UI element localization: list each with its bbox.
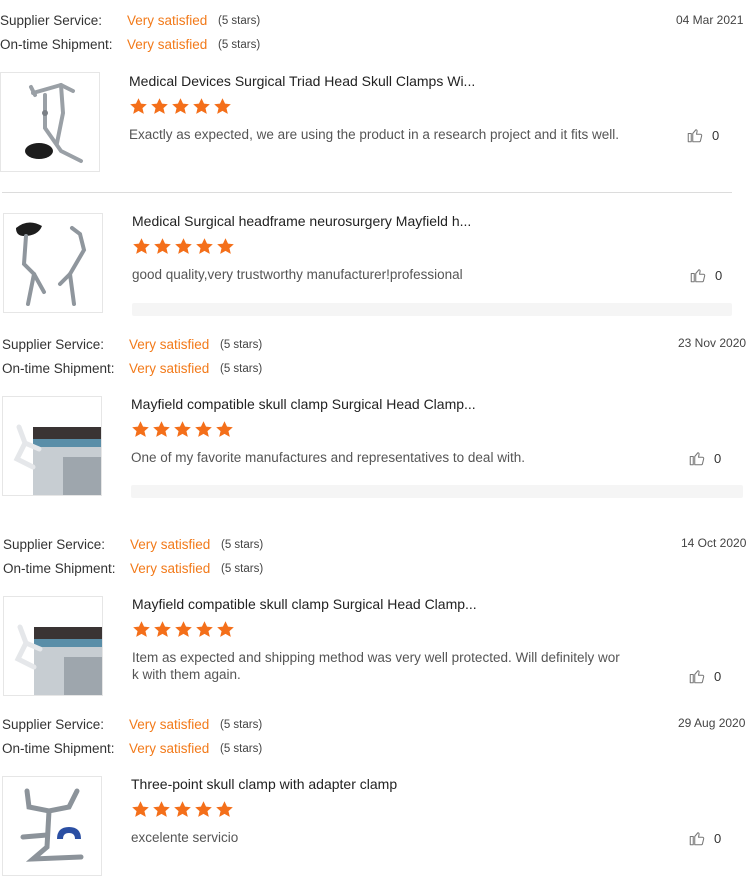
- supplier-rating: Very satisfied: [129, 717, 210, 732]
- like-count: 0: [714, 668, 722, 684]
- review-comment: Item as expected and shipping method was…: [132, 649, 642, 683]
- headframe-image: [16, 222, 87, 306]
- like-button[interactable]: 0: [689, 266, 722, 284]
- clamp-on-table-image: [14, 624, 102, 695]
- product-thumbnail[interactable]: [3, 213, 103, 313]
- product-title[interactable]: Mayfield compatible skull clamp Surgical…: [132, 596, 477, 612]
- star-icon: [196, 238, 213, 254]
- like-count: 0: [714, 450, 722, 466]
- thumbs-up-icon: [689, 670, 705, 684]
- review-date: 23 Nov 2020: [678, 336, 747, 350]
- supplier-service-label: Supplier Service:: [2, 717, 105, 732]
- star-icon: [193, 98, 210, 114]
- ontime-shipment-label: On-time Shipment:: [2, 741, 115, 756]
- head-clamp-image: [25, 82, 83, 163]
- supplier-service-label: Supplier Service:: [3, 537, 106, 552]
- star-icon: [216, 421, 233, 437]
- star-icon: [214, 98, 231, 114]
- like-count: 0: [715, 267, 723, 283]
- supplier-rating: Very satisfied: [129, 337, 210, 352]
- shipment-stars-text: (5 stars): [218, 39, 261, 51]
- star-icon: [154, 621, 171, 637]
- star-icon: [217, 621, 234, 637]
- star-icon: [175, 238, 192, 254]
- ontime-shipment-label: On-time Shipment:: [3, 561, 116, 576]
- star-icon: [133, 238, 150, 254]
- product-thumbnail[interactable]: [3, 596, 103, 696]
- star-icon: [133, 621, 150, 637]
- thumbs-up-icon: [687, 129, 703, 143]
- review-date: 04 Mar 2021: [676, 13, 744, 27]
- review-date: 14 Oct 2020: [681, 536, 747, 550]
- like-button[interactable]: 0: [686, 126, 719, 144]
- shipment-stars-text: (5 stars): [220, 363, 263, 375]
- thumbs-up-icon: [689, 452, 705, 466]
- star-icon: [175, 621, 192, 637]
- rating-stars: [131, 420, 234, 439]
- review-comment: good quality,very trustworthy manufactur…: [132, 267, 463, 282]
- review-comment: One of my favorite manufactures and repr…: [131, 450, 525, 465]
- product-thumbnail[interactable]: [2, 396, 102, 496]
- product-title[interactable]: Three-point skull clamp with adapter cla…: [131, 776, 397, 792]
- product-title[interactable]: Medical Devices Surgical Triad Head Skul…: [129, 73, 475, 89]
- like-button[interactable]: 0: [688, 449, 721, 467]
- reply-area: [131, 485, 743, 498]
- ontime-shipment-label: On-time Shipment:: [2, 361, 115, 376]
- shipment-rating: Very satisfied: [130, 561, 211, 576]
- shipment-rating: Very satisfied: [129, 361, 210, 376]
- star-icon: [130, 98, 147, 114]
- supplier-service-label: Supplier Service:: [2, 337, 105, 352]
- clamp-on-table-image: [13, 424, 101, 495]
- shipment-stars-text: (5 stars): [220, 743, 263, 755]
- ontime-shipment-label: On-time Shipment:: [0, 37, 113, 52]
- star-icon: [195, 801, 212, 817]
- like-count: 0: [714, 830, 722, 846]
- star-icon: [195, 421, 212, 437]
- shipment-rating: Very satisfied: [127, 37, 208, 52]
- supplier-stars-text: (5 stars): [220, 719, 263, 731]
- product-thumbnail[interactable]: [2, 776, 102, 876]
- star-icon: [132, 801, 149, 817]
- product-title[interactable]: Medical Surgical headframe neurosurgery …: [132, 213, 471, 229]
- review-comment-line: Item as expected and shipping method was…: [132, 650, 620, 665]
- like-button[interactable]: 0: [688, 829, 721, 847]
- rating-stars: [131, 800, 234, 819]
- star-icon: [153, 801, 170, 817]
- supplier-stars-text: (5 stars): [220, 339, 263, 351]
- star-icon: [132, 421, 149, 437]
- product-title[interactable]: Mayfield compatible skull clamp Surgical…: [131, 396, 476, 412]
- star-icon: [153, 421, 170, 437]
- product-thumbnail[interactable]: [0, 72, 100, 172]
- rating-stars: [132, 620, 235, 639]
- review-comment: Exactly as expected, we are using the pr…: [129, 127, 620, 142]
- thumbs-up-icon: [689, 832, 705, 846]
- star-icon: [151, 98, 168, 114]
- star-icon: [174, 421, 191, 437]
- review-comment: excelente servicio: [131, 830, 239, 845]
- like-count: 0: [712, 127, 720, 143]
- rating-stars: [129, 97, 232, 116]
- star-icon: [217, 238, 234, 254]
- reply-area: [132, 303, 732, 316]
- star-icon: [196, 621, 213, 637]
- star-icon: [172, 98, 189, 114]
- review-comment-line: k with them again.: [132, 667, 241, 682]
- supplier-service-label: Supplier Service:: [0, 13, 103, 28]
- thumbs-up-icon: [690, 269, 706, 283]
- like-button[interactable]: 0: [688, 667, 721, 685]
- supplier-rating: Very satisfied: [130, 537, 211, 552]
- shipment-rating: Very satisfied: [129, 741, 210, 756]
- supplier-stars-text: (5 stars): [221, 539, 264, 551]
- supplier-stars-text: (5 stars): [218, 15, 261, 27]
- rating-stars: [132, 237, 235, 256]
- review-date: 29 Aug 2020: [678, 716, 746, 730]
- star-icon: [154, 238, 171, 254]
- star-icon: [174, 801, 191, 817]
- skull-clamp-adapter-image: [20, 788, 84, 862]
- review-divider: [2, 192, 732, 193]
- star-icon: [216, 801, 233, 817]
- shipment-stars-text: (5 stars): [221, 563, 264, 575]
- supplier-rating: Very satisfied: [127, 13, 208, 28]
